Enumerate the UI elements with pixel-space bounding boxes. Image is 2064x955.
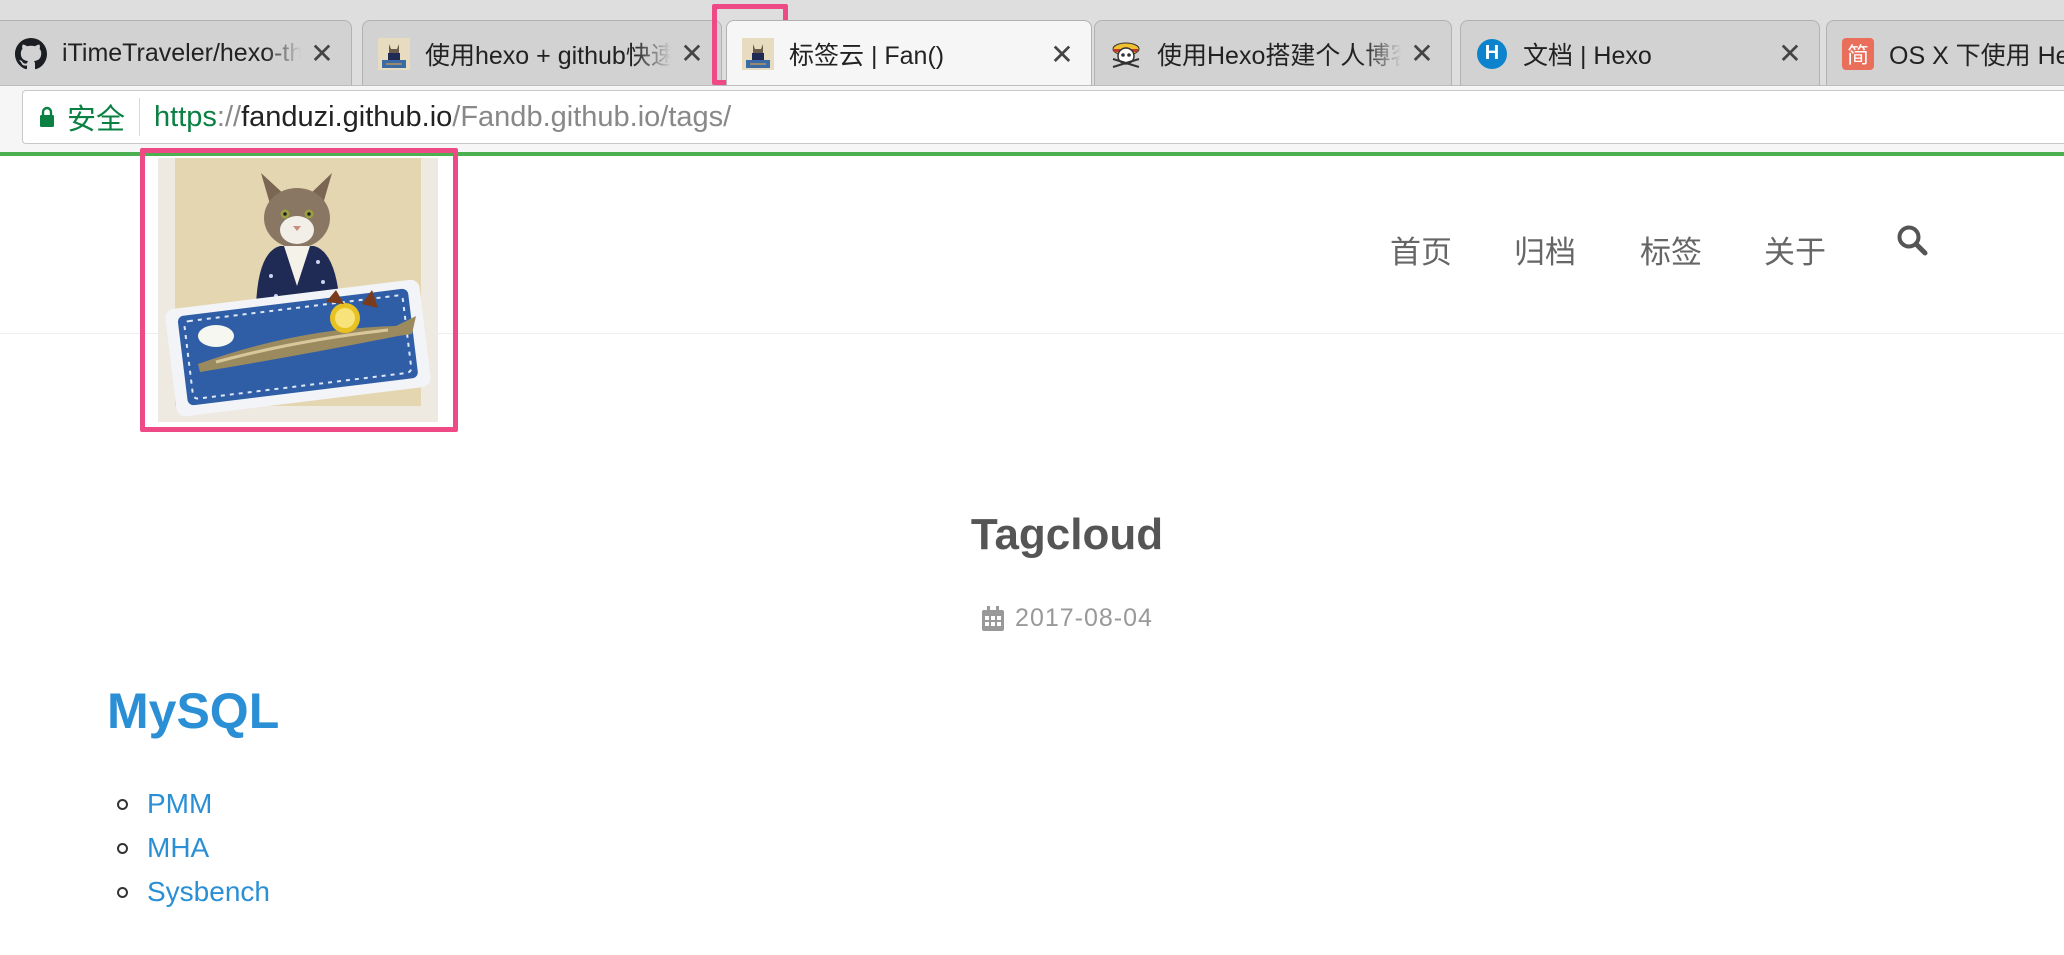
- site-logo[interactable]: [158, 158, 438, 422]
- tab-1[interactable]: iTimeTraveler/hexo-theme ✕: [0, 20, 352, 85]
- post-date: 2017-08-04: [0, 604, 2064, 633]
- close-icon[interactable]: ✕: [1049, 38, 1075, 71]
- cat-avatar-icon: [377, 37, 411, 71]
- github-icon: [14, 37, 48, 71]
- nav-item-about[interactable]: 关于: [1764, 227, 1826, 272]
- tag-section-heading[interactable]: MySQL: [107, 682, 279, 740]
- tag-list: PMM MHA Sysbench: [112, 782, 270, 914]
- list-item: PMM: [112, 782, 270, 826]
- security-label: 安全: [67, 104, 126, 136]
- close-icon[interactable]: ✕: [1409, 37, 1435, 70]
- tag-link[interactable]: Sysbench: [147, 876, 270, 908]
- url-host: fanduzi.github.io: [241, 100, 453, 133]
- close-icon[interactable]: ✕: [1777, 37, 1803, 70]
- close-icon[interactable]: ✕: [679, 37, 705, 70]
- list-item: Sysbench: [112, 870, 270, 914]
- nav-item-tags[interactable]: 标签: [1640, 227, 1702, 272]
- bullet-icon: [117, 887, 128, 898]
- jianshu-icon: 简: [1841, 37, 1875, 71]
- tab-3-active[interactable]: 标签云 | Fan() ✕: [726, 20, 1092, 85]
- pirate-skull-icon: [1109, 37, 1143, 71]
- tag-link[interactable]: PMM: [147, 788, 212, 820]
- url-path: /Fandb.github.io/tags/: [452, 100, 732, 133]
- security-indicator[interactable]: 安全: [23, 98, 141, 136]
- nav-item-home[interactable]: 首页: [1390, 227, 1452, 272]
- calendar-icon: [981, 605, 1005, 632]
- tag-link[interactable]: MHA: [147, 832, 209, 864]
- tab-title: 使用Hexo搭建个人博客: [1157, 41, 1401, 70]
- close-icon[interactable]: ✕: [309, 37, 335, 70]
- tab-5[interactable]: H 文档 | Hexo ✕: [1460, 20, 1820, 85]
- tab-title: 标签云 | Fan(): [789, 42, 945, 70]
- tab-4[interactable]: 使用Hexo搭建个人博客 ✕: [1094, 20, 1452, 85]
- bullet-icon: [117, 843, 128, 854]
- tab-title: iTimeTraveler/hexo-theme: [62, 39, 301, 67]
- cat-avatar-icon: [741, 37, 775, 71]
- post-date-text: 2017-08-04: [1015, 604, 1153, 632]
- browser-window: iTimeTraveler/hexo-theme ✕ 使用hexo + gith…: [0, 0, 2064, 955]
- tab-title: OS X 下使用 Hexo: [1889, 41, 2064, 70]
- tab-title: 文档 | Hexo: [1523, 41, 1652, 70]
- page-title: Tagcloud: [970, 510, 1164, 559]
- tab-strip: iTimeTraveler/hexo-theme ✕ 使用hexo + gith…: [0, 0, 2064, 86]
- browser-toolbar: 安全 https://fanduzi.github.io/Fandb.githu…: [0, 86, 2064, 154]
- tab-2[interactable]: 使用hexo + github快速 ✕: [362, 20, 722, 85]
- address-bar[interactable]: 安全 https://fanduzi.github.io/Fandb.githu…: [22, 90, 2064, 144]
- search-icon[interactable]: [1896, 224, 1928, 261]
- hexo-icon: H: [1475, 37, 1509, 71]
- nav-item-archives[interactable]: 归档: [1514, 227, 1576, 272]
- list-item: MHA: [112, 826, 270, 870]
- tab-6[interactable]: 简 OS X 下使用 Hexo: [1826, 20, 2064, 85]
- tab-title: 使用hexo + github快速: [425, 41, 671, 70]
- url-separator: ://: [216, 100, 242, 133]
- lock-icon: [39, 106, 55, 128]
- bullet-icon: [117, 799, 128, 810]
- url-text[interactable]: https://fanduzi.github.io/Fandb.github.i…: [140, 101, 731, 134]
- cat-with-saury-photo: [158, 158, 438, 422]
- url-scheme: https: [154, 100, 217, 133]
